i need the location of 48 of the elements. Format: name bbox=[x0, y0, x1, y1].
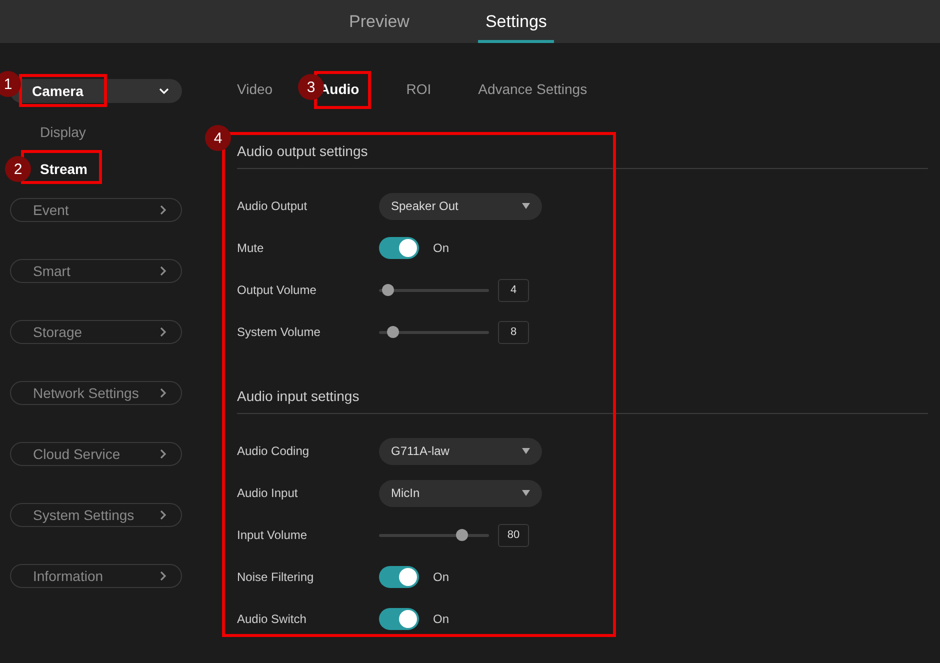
step-number: 1 bbox=[0, 71, 21, 97]
caret-icon bbox=[522, 203, 530, 209]
sidebar-subitem[interactable]: Stream bbox=[40, 160, 88, 176]
slider-thumb[interactable] bbox=[456, 528, 468, 540]
setting-label: Mute bbox=[237, 241, 265, 255]
sidebar-item[interactable]: Storage bbox=[10, 320, 182, 344]
dropdown[interactable]: Speaker Out bbox=[379, 192, 542, 220]
value-field[interactable]: 8 bbox=[498, 320, 529, 344]
sidebar-item[interactable]: Information bbox=[10, 564, 182, 588]
slider-thumb[interactable] bbox=[382, 284, 394, 296]
setting-label: Output Volume bbox=[237, 283, 318, 297]
toggle-switch[interactable] bbox=[379, 608, 419, 630]
sidebar-item[interactable]: Camera bbox=[10, 79, 182, 103]
slider-thumb[interactable] bbox=[387, 326, 400, 338]
setting-label: Audio Input bbox=[237, 486, 299, 500]
step-number: 3 bbox=[298, 74, 324, 100]
sidebar-item[interactable]: System Settings bbox=[10, 503, 182, 527]
sidebar-subitem[interactable]: Display bbox=[40, 124, 86, 140]
sidebar-item[interactable]: Smart bbox=[10, 259, 182, 283]
dropdown[interactable]: G711A-law bbox=[379, 438, 542, 464]
setting-label: Audio Coding bbox=[237, 444, 310, 458]
toggle-state: On bbox=[433, 612, 450, 626]
toggle-state: On bbox=[433, 570, 450, 584]
setting-label: System Volume bbox=[237, 325, 322, 339]
caret-icon bbox=[522, 448, 530, 454]
caret-icon bbox=[522, 490, 530, 496]
sidebar-item[interactable]: Network Settings bbox=[10, 381, 182, 405]
sidebar-item[interactable]: Event bbox=[10, 198, 182, 222]
sidebar-item[interactable]: Cloud Service bbox=[10, 442, 182, 466]
dropdown[interactable]: MicIn bbox=[379, 480, 542, 506]
page-tab[interactable]: ROI bbox=[406, 81, 432, 97]
value-field[interactable]: 4 bbox=[498, 278, 529, 302]
nav-tab[interactable]: Preview bbox=[342, 0, 416, 43]
section-title: Audio input settings bbox=[237, 388, 928, 414]
toggle-state: On bbox=[433, 241, 450, 255]
step-number: 4 bbox=[205, 125, 231, 151]
nav-tab[interactable]: Settings bbox=[478, 0, 554, 43]
setting-label: Input Volume bbox=[237, 528, 308, 542]
value-field[interactable]: 80 bbox=[498, 524, 529, 546]
section-title: Audio output settings bbox=[237, 143, 928, 169]
toggle-switch[interactable] bbox=[379, 566, 419, 588]
page-tab[interactable]: Video bbox=[237, 81, 273, 97]
step-number: 2 bbox=[5, 156, 31, 182]
setting-label: Noise Filtering bbox=[237, 570, 315, 584]
page-tab[interactable]: Advance Settings bbox=[478, 81, 588, 97]
toggle-switch[interactable] bbox=[379, 237, 419, 259]
setting-label: Audio Output bbox=[237, 199, 308, 213]
setting-label: Audio Switch bbox=[237, 612, 308, 626]
